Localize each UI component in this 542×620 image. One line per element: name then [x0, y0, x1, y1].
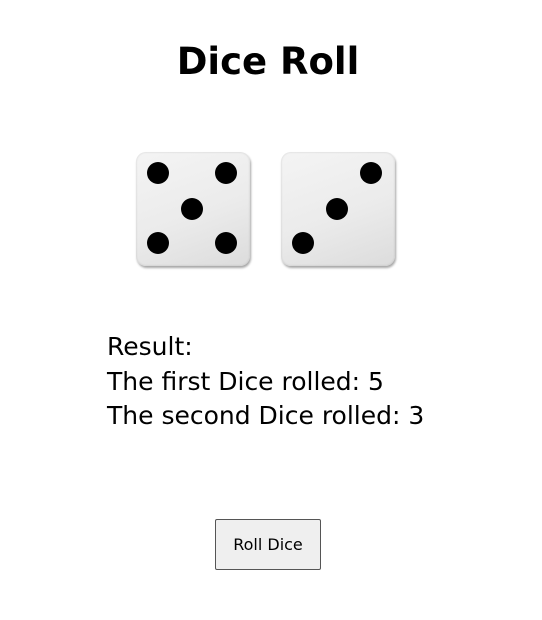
- die-pip: [360, 162, 382, 184]
- die-pip: [147, 162, 169, 184]
- result-second-dice: The second Dice rolled: 3: [107, 401, 425, 430]
- page-title: Dice Roll: [176, 40, 360, 83]
- die-pip: [215, 232, 237, 254]
- result-first-dice: The first Dice rolled: 5: [107, 366, 384, 396]
- roll-dice-button[interactable]: Roll Dice: [215, 519, 321, 570]
- result-heading: Result:: [107, 332, 193, 361]
- die-pip: [326, 198, 348, 220]
- die-pip: [215, 162, 237, 184]
- die-first: [136, 152, 250, 266]
- die-pip: [147, 232, 169, 254]
- die-pip: [292, 232, 314, 254]
- result-panel: Result: The first Dice rolled: 5 The sec…: [107, 330, 424, 434]
- die-pip: [181, 198, 203, 220]
- die-second: [281, 152, 395, 266]
